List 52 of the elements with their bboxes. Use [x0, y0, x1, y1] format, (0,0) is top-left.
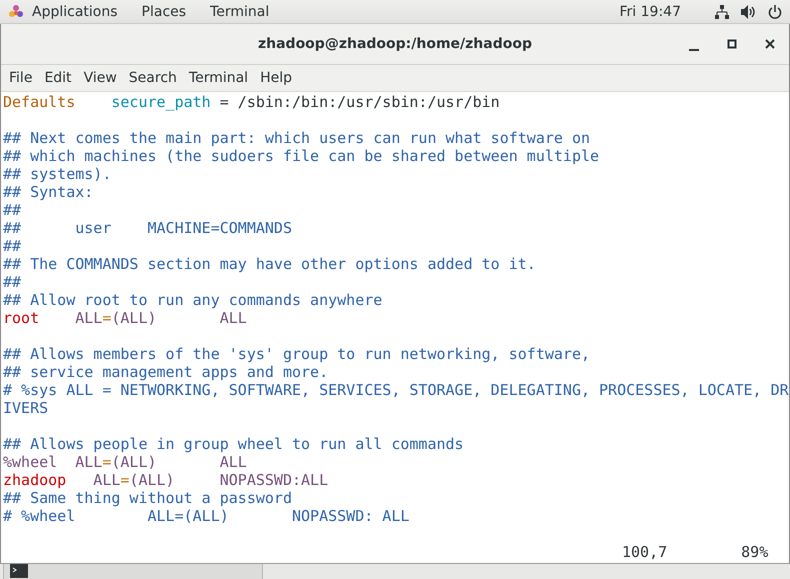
code-text: (ALL) ALL: [111, 309, 247, 327]
code-text: Defaults: [3, 93, 76, 111]
clock[interactable]: Fri 19:47: [620, 4, 681, 20]
top-bar-menu[interactable]: Terminal: [210, 4, 270, 20]
code-text: ## The COMMANDS section may have other options added to it.: [3, 255, 536, 273]
code-text: ## Allows members of the 'sys' group to run networking, software,: [3, 345, 590, 363]
code-text: ## Same thing without a password: [3, 489, 292, 507]
code-text: ALL: [92, 471, 120, 489]
code-text: = /sbin:/bin:/usr/sbin:/usr/bin: [218, 93, 500, 111]
menu-item[interactable]: Edit: [40, 70, 80, 86]
menu-item[interactable]: Help: [256, 70, 300, 86]
top-bar-menu[interactable]: Places: [142, 4, 186, 20]
minimize-icon: [689, 49, 699, 51]
code-text: (ALL) ALL: [111, 453, 247, 471]
code-text: IVERS: [3, 399, 48, 417]
code-text: zhadoop: [3, 471, 66, 489]
close-icon: [765, 39, 775, 49]
power-icon[interactable]: [768, 4, 782, 18]
top-bar-menu[interactable]: Applications: [32, 4, 118, 20]
code-text: ## Allow root to run any commands anywhere: [3, 291, 382, 309]
cursor-position: 100,7: [622, 543, 668, 561]
menu-item[interactable]: File: [5, 70, 40, 86]
code-text: =: [120, 471, 130, 489]
code-text: ##: [3, 201, 22, 219]
code-text: root: [3, 309, 40, 327]
scroll-percent: 89%: [741, 543, 768, 561]
taskbar-button[interactable]: [3, 564, 263, 579]
code-text: # %wheel ALL=(ALL) NOPASSWD: ALL: [3, 507, 410, 525]
code-text: # %sys ALL = NETWORKING, SOFTWARE, SERVICES, STORAGE, DELEGATING, PROCESSES, LOCATE, DR: [3, 381, 789, 399]
code-text: ## service management apps and more.: [3, 363, 328, 381]
window-title: zhadoop@zhadoop:/home/zhadoop: [258, 36, 532, 52]
code-text: ## which machines (the sudoers file can be shared between multiple: [3, 147, 600, 165]
code-text: ## Syntax:: [3, 183, 94, 201]
volume-icon[interactable]: [741, 4, 756, 18]
code-text: ## Allows people in group wheel to run all commands: [3, 435, 464, 453]
code-text: ##: [3, 237, 22, 255]
code-text: =: [102, 453, 112, 471]
network-icon[interactable]: [715, 4, 729, 18]
code-text: ## systems).: [3, 165, 112, 183]
menu-item[interactable]: Terminal: [184, 70, 256, 86]
menu-item[interactable]: Search: [124, 70, 185, 86]
code-text: ##: [3, 273, 22, 291]
maximize-icon: [727, 39, 737, 49]
code-text: ALL: [74, 309, 102, 327]
code-text: secure_path: [110, 93, 211, 111]
code-text: ## user MACHINE=COMMANDS: [3, 219, 292, 237]
app-menu-icon: [8, 4, 24, 20]
code-text: %wheel ALL: [3, 453, 102, 471]
menu-item[interactable]: View: [80, 70, 125, 86]
code-text: =: [102, 309, 112, 327]
code-text: (ALL) NOPASSWD:ALL: [129, 471, 328, 489]
code-text: ## Next comes the main part: which users can run what software on: [3, 129, 590, 147]
